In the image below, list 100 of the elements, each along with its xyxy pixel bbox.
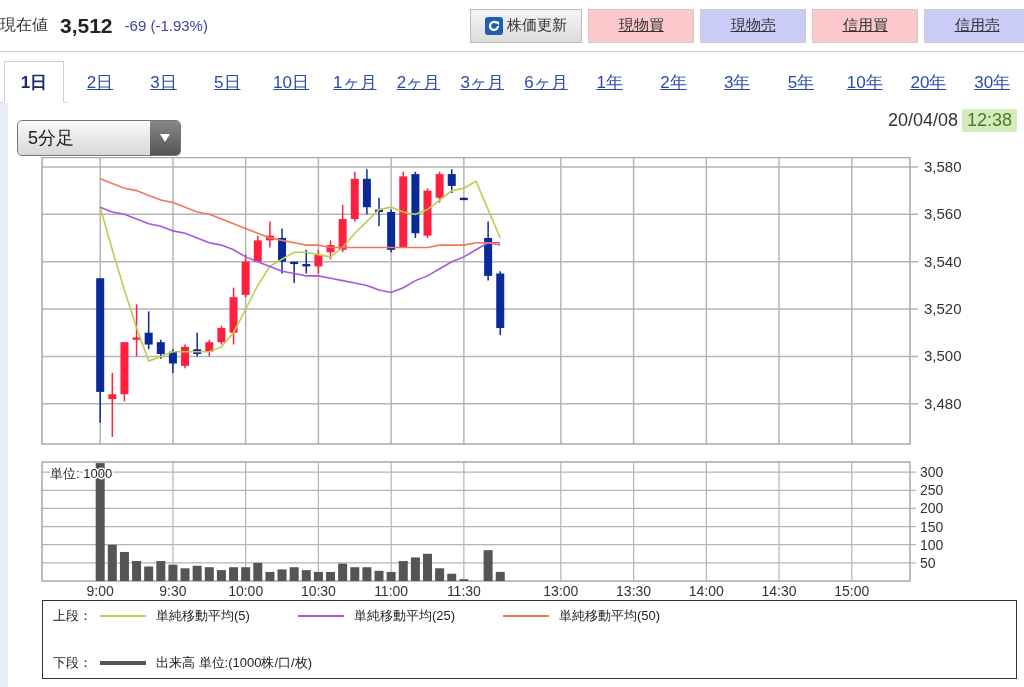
refresh-icon (485, 16, 503, 35)
buy-button[interactable]: 現物買 (588, 8, 694, 43)
price-axis-label: 3,580 (924, 157, 962, 175)
rising-candle (205, 339, 214, 358)
volume-bar (265, 571, 275, 581)
falling-candle (278, 227, 287, 275)
volume-axis-label: 250 (920, 482, 944, 499)
volume-bar (168, 564, 178, 581)
volume-bar (289, 567, 299, 581)
rising-candle (181, 343, 190, 369)
rising-candle (253, 234, 262, 263)
time-axis-label: 9:00 (86, 583, 114, 599)
refresh-price-button[interactable]: 株価更新 (470, 8, 582, 43)
rising-candle (120, 341, 129, 403)
volume-bar (156, 561, 166, 581)
time-axis-label: 13:30 (616, 583, 652, 599)
volume-bar (180, 568, 190, 581)
legend-heading: 下段： (53, 654, 92, 672)
volume-bar (277, 569, 287, 581)
volume-bar (423, 553, 432, 581)
volume-bar (326, 571, 336, 581)
legend-label: 単純移動平均(25) (353, 607, 455, 625)
caret-icon (159, 133, 171, 143)
sell-button[interactable]: 現物売 (700, 8, 806, 43)
current-price-label: 現在値 (0, 15, 48, 35)
time-axis-label: 14:00 (688, 583, 724, 599)
price-axis-label: 3,500 (924, 347, 962, 365)
volume-bar (483, 550, 493, 581)
volume-axis-label: 150 (920, 518, 944, 535)
legend-label: 出来高 単位:(1000株/口/枚) (156, 654, 313, 672)
time-axis-label: 13:00 (543, 583, 579, 599)
time-axis-label: 9:30 (159, 583, 187, 599)
falling-candle (375, 197, 383, 227)
volume-bar (253, 562, 263, 581)
volume-bar (386, 571, 396, 581)
sell-button[interactable]: 信用売 (924, 8, 1024, 43)
volume-bar (350, 567, 360, 581)
time-axis-label: 11:30 (446, 583, 481, 599)
period-tab[interactable]: 1日 (4, 61, 64, 103)
price-axis-label: 3,540 (924, 252, 962, 270)
chart-date: 20/04/08 (887, 110, 958, 131)
price-axis-label: 3,480 (924, 394, 962, 412)
volume-bar (495, 571, 505, 581)
time-axis-label: 15:00 (834, 583, 870, 599)
falling-candle (290, 260, 299, 284)
rising-candle (435, 170, 444, 204)
rising-candle (241, 253, 250, 298)
rising-candle (350, 170, 359, 223)
price-change: -69 (-1.93%) (124, 17, 208, 34)
volume-axis-label: 100 (920, 536, 944, 553)
falling-candle (459, 197, 468, 201)
volume-bar (107, 544, 117, 581)
interval-dropdown[interactable]: 5分足 (17, 120, 181, 156)
volume-bar (447, 573, 457, 581)
rising-candle (265, 220, 274, 249)
volume-bar (435, 568, 445, 581)
time-axis-label: 14:30 (761, 583, 797, 599)
volume-bar (338, 563, 348, 581)
time-axis-label: 10:30 (300, 583, 336, 599)
time-axis-label: 10:00 (228, 583, 264, 599)
rising-candle (326, 239, 335, 261)
time-axis-label: 11:00 (374, 583, 409, 599)
volume-bar (410, 557, 420, 581)
price-axis-label: 3,560 (924, 205, 962, 223)
rising-candle (423, 187, 432, 239)
falling-candle (496, 270, 505, 336)
falling-candle (447, 168, 456, 194)
falling-candle (168, 348, 177, 374)
volume-bar (204, 567, 214, 581)
rising-candle (314, 249, 323, 275)
volume-bar (132, 561, 142, 581)
legend-label: 単純移動平均(50) (559, 607, 661, 625)
volume-bar (144, 566, 154, 581)
chart-time: 12:38 (961, 109, 1017, 132)
volume-bar (241, 567, 251, 581)
legend-label: 単純移動平均(5) (156, 607, 250, 625)
volume-axis-label: 50 (920, 554, 936, 571)
falling-candle (362, 168, 371, 216)
volume-bar (301, 570, 311, 581)
falling-candle (193, 331, 202, 358)
volume-bar (313, 571, 323, 581)
volume-bar (374, 570, 384, 581)
volume-bar (192, 565, 202, 581)
volume-bar (216, 570, 226, 581)
price-axis-label: 3,520 (924, 300, 962, 318)
rising-candle (132, 303, 141, 358)
rising-candle (338, 204, 347, 253)
volume-bar (119, 552, 129, 581)
falling-candle (484, 220, 493, 282)
volume-bar (398, 561, 408, 581)
rising-candle (229, 287, 238, 346)
volume-bar (362, 567, 372, 581)
falling-candle (387, 208, 396, 253)
buy-button[interactable]: 信用買 (812, 8, 918, 43)
rising-candle (108, 372, 117, 438)
falling-candle (156, 339, 165, 360)
falling-candle (144, 310, 153, 351)
falling-candle (302, 249, 311, 275)
volume-axis-label: 200 (920, 500, 944, 517)
legend-heading: 上段： (53, 607, 92, 625)
